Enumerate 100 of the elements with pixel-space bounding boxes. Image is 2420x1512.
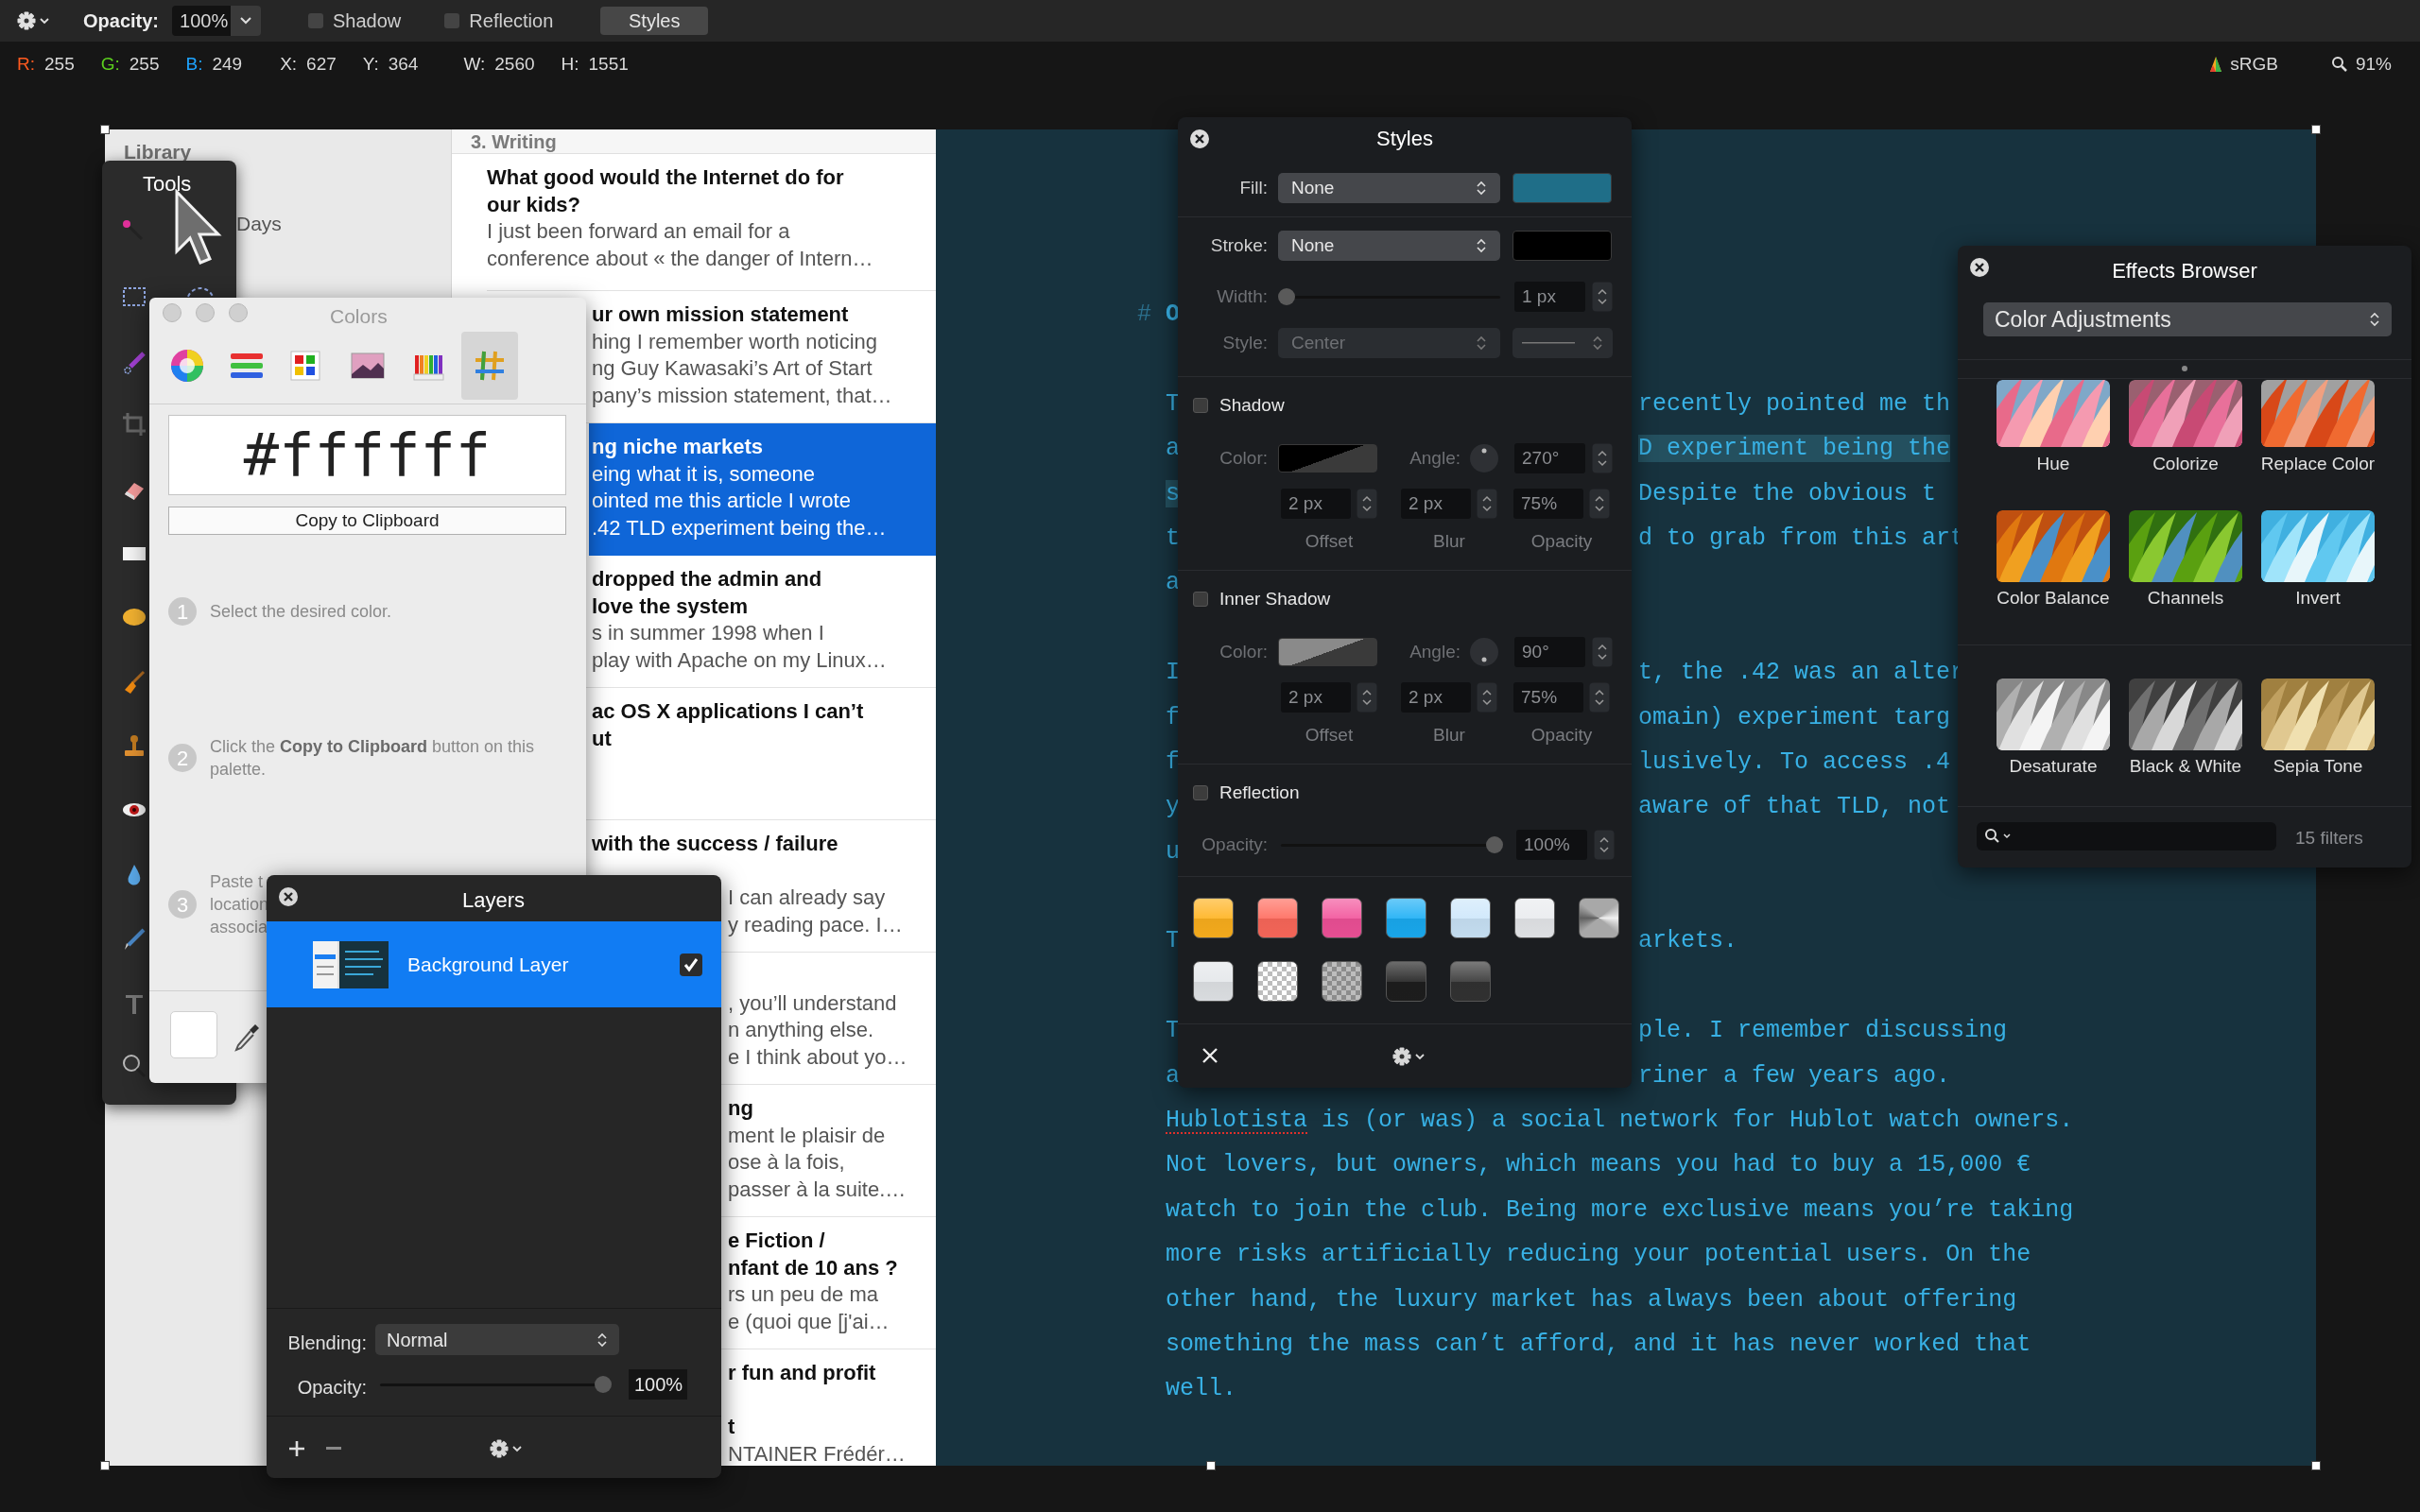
style-preset[interactable] [1579,898,1619,938]
stepper-control[interactable] [1589,489,1610,519]
search-icon [1984,828,2013,845]
style-preset[interactable] [1450,898,1491,938]
article-excerpt: I just been forward an email for a [487,219,790,244]
opacity-field[interactable]: 100% [629,1369,687,1400]
value-field[interactable]: 2 px [1401,489,1471,519]
stepper-control[interactable] [1594,830,1615,860]
angle-dial[interactable] [1469,443,1499,473]
stepper-control[interactable] [1592,282,1613,312]
value-field[interactable]: 2 px [1281,489,1351,519]
style-preset[interactable] [1514,898,1555,938]
text-line: t [1166,524,1180,552]
field-caption: Offset [1305,723,1354,747]
color-profile-label: sRGB [2230,52,2278,76]
layer-row[interactable]: Background Layer [267,921,721,1007]
line-icon [1522,341,1575,345]
stepper-control[interactable] [1477,682,1497,713]
resize-handle[interactable] [2311,1461,2321,1470]
text-line: f [1166,747,1180,776]
selected-row-background[interactable] [589,423,937,556]
search-field[interactable] [1977,822,2276,850]
checkbox[interactable] [1193,592,1208,607]
text-line: more risks artificially reducing your potential users. On the [1166,1241,2031,1269]
article-excerpt: conference about « the danger of Intern… [487,246,873,271]
styles-button[interactable]: Styles [600,7,709,35]
checkbox[interactable] [308,13,324,28]
value-field[interactable]: 90° [1514,637,1585,667]
value-field[interactable]: 75% [1513,682,1583,713]
value-field[interactable]: 270° [1514,443,1585,473]
crop-icon[interactable] [121,411,147,438]
value-field[interactable]: 2 px [1281,682,1351,713]
resize-handle[interactable] [100,125,110,134]
stepper-control[interactable] [1589,682,1610,713]
page-indicator[interactable] [2182,366,2187,371]
settings-menu-icon[interactable] [490,1439,522,1458]
add-icon[interactable] [288,1440,305,1457]
angle-dial[interactable] [1469,637,1499,667]
style-preset[interactable] [1322,961,1362,1002]
slider-thumb[interactable] [595,1376,612,1393]
updown-arrows-icon [1476,335,1487,352]
color-swatch[interactable] [1278,638,1377,666]
chevron-down-icon[interactable] [239,16,253,26]
checkbox[interactable] [1193,785,1208,800]
checkbox-label: Reflection [469,9,554,33]
color-swatch[interactable] [1278,444,1377,472]
checkbox[interactable] [444,13,460,28]
checkbox-label: Shadow [333,9,402,33]
article-title: What good would the Internet do for [487,165,844,190]
value-field[interactable]: 100% [1516,830,1587,860]
stepper-control[interactable] [1357,489,1377,519]
close-icon[interactable] [1969,257,1990,278]
stepper-control[interactable] [1357,682,1377,713]
line-style-dropdown[interactable] [1512,328,1613,358]
text-line: watch to join the club. Being more exclusive means you’re taking [1166,1195,2074,1224]
dropdown[interactable]: None [1278,231,1500,261]
style-preset[interactable] [1193,961,1234,1002]
resize-handle[interactable] [1206,1461,1216,1470]
value-field[interactable]: 2 px [1401,682,1471,713]
copy-button[interactable]: Copy to Clipboard [168,507,566,535]
settings-menu-icon[interactable] [17,11,49,30]
color-swatch[interactable] [1512,173,1612,203]
dropdown[interactable]: None [1278,173,1500,203]
resize-handle[interactable] [100,1461,110,1470]
style-preset[interactable] [1322,898,1362,938]
readout-label: G: [100,52,120,76]
readout-value: 2560 [494,52,535,76]
article-excerpt: eing what it is, someone [592,461,816,487]
style-preset[interactable] [1257,961,1298,1002]
stepper-control[interactable] [1592,443,1613,473]
close-icon[interactable] [1189,129,1210,149]
settings-menu-icon[interactable] [1392,1047,1425,1066]
category-select[interactable]: Color Adjustments [1983,302,2392,336]
color-mode-tab[interactable] [461,332,518,400]
article-title: ng niche markets [592,435,763,459]
slider-thumb[interactable] [1486,835,1503,853]
article-excerpt: I can already say [728,885,886,910]
field-caption: Opacity [1530,529,1593,553]
remove-icon[interactable] [326,1447,341,1451]
blending-select[interactable]: Normal [375,1324,619,1355]
text-line: u [1166,837,1180,866]
color-swatch[interactable] [1512,231,1612,261]
style-preset[interactable] [1386,898,1426,938]
close-icon[interactable] [278,886,299,907]
visibility-checkbox[interactable] [680,953,702,976]
style-preset[interactable] [1257,898,1298,938]
section-label: Inner Shadow [1219,587,1331,610]
stepper-control[interactable] [1477,489,1497,519]
article-title: e Fiction / [728,1228,825,1253]
magnifier-icon[interactable] [121,1053,147,1079]
hex-value-field[interactable]: #ffffff [168,415,566,495]
resize-handle[interactable] [2311,125,2321,134]
checkbox[interactable] [1193,398,1208,413]
value-field[interactable]: 75% [1513,489,1583,519]
stepper-control[interactable] [1592,637,1613,667]
brush-icon[interactable] [121,350,147,376]
section-label: Shadow [1219,393,1285,417]
zoom-icon[interactable] [2330,56,2348,73]
close-icon[interactable] [1201,1047,1219,1064]
style-preset[interactable] [1193,898,1234,938]
